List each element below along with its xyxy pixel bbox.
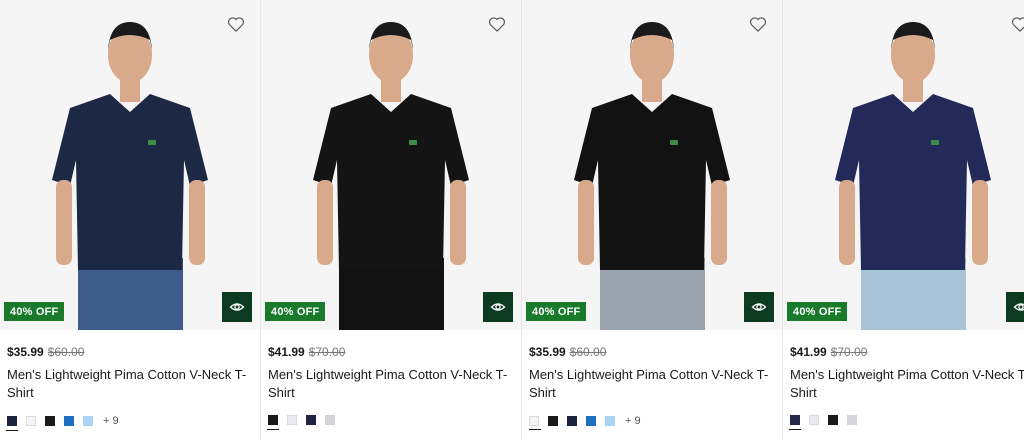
quick-view-button[interactable]	[483, 292, 513, 322]
original-price: $70.00	[830, 345, 868, 359]
product-name-link[interactable]: Men's Lightweight Pima Cotton V-Neck T-S…	[268, 366, 515, 402]
color-swatch[interactable]	[64, 416, 74, 426]
product-info: $35.99 $60.00 Men's Lightweight Pima Cott…	[6, 344, 254, 431]
product-name-link[interactable]: Men's Lightweight Pima Cotton V-Neck T-S…	[7, 366, 254, 402]
original-price: $70.00	[308, 345, 346, 359]
heart-outline-icon[interactable]	[487, 14, 507, 34]
product-info: $41.99 $70.00 Men's Lightweight Pima Cott…	[789, 344, 1024, 430]
heart-outline-icon[interactable]	[748, 14, 768, 34]
color-swatch[interactable]	[847, 415, 857, 425]
discount-badge: 40% OFF	[4, 302, 65, 321]
color-swatch[interactable]	[529, 416, 541, 430]
product-image[interactable]: 40% OFF	[783, 0, 1024, 330]
price-row: $35.99 $60.00	[529, 344, 776, 360]
model-photo	[522, 0, 782, 330]
heart-outline-icon[interactable]	[226, 14, 246, 34]
color-swatch[interactable]	[567, 416, 577, 426]
product-card[interactable]: 40% OFF $41.99 $70.00 Men's Lightweight P…	[261, 0, 522, 440]
product-image[interactable]: 40% OFF	[261, 0, 521, 330]
color-swatch[interactable]	[306, 415, 316, 425]
quick-view-button[interactable]	[1006, 292, 1024, 322]
color-swatch[interactable]	[267, 415, 279, 430]
product-card[interactable]: 40% OFF $41.99 $70.00 Men's Lightweight P…	[783, 0, 1024, 440]
color-swatches: + 9	[529, 415, 776, 430]
discount-badge: 40% OFF	[787, 302, 848, 321]
price-row: $41.99 $70.00	[790, 344, 1024, 360]
model-photo	[783, 0, 1024, 330]
sale-price: $35.99	[7, 345, 44, 359]
price-row: $35.99 $60.00	[7, 344, 254, 360]
product-name-link[interactable]: Men's Lightweight Pima Cotton V-Neck T-S…	[529, 366, 776, 402]
original-price: $60.00	[47, 345, 85, 359]
product-info: $41.99 $70.00 Men's Lightweight Pima Cott…	[267, 344, 515, 430]
color-swatch[interactable]	[789, 415, 801, 430]
sale-price: $41.99	[268, 345, 305, 359]
color-swatches	[267, 415, 515, 430]
color-swatch[interactable]	[83, 416, 93, 426]
original-price: $60.00	[569, 345, 607, 359]
eye-icon	[1013, 303, 1024, 311]
quick-view-button[interactable]	[222, 292, 252, 322]
color-swatch[interactable]	[26, 416, 36, 426]
color-swatches	[789, 415, 1024, 430]
color-swatch[interactable]	[45, 416, 55, 426]
more-colors-count[interactable]: + 9	[103, 415, 119, 427]
product-image[interactable]: 40% OFF	[0, 0, 260, 330]
quick-view-button[interactable]	[744, 292, 774, 322]
color-swatch[interactable]	[548, 416, 558, 426]
product-card[interactable]: 40% OFF $35.99 $60.00 Men's Lightweight P…	[0, 0, 261, 440]
model-photo	[0, 0, 260, 330]
product-image[interactable]: 40% OFF	[522, 0, 782, 330]
color-swatch[interactable]	[605, 416, 615, 426]
color-swatch[interactable]	[6, 416, 18, 431]
model-photo	[261, 0, 521, 330]
color-swatch[interactable]	[586, 416, 596, 426]
eye-icon	[751, 303, 767, 311]
heart-outline-icon[interactable]	[1010, 14, 1024, 34]
color-swatch[interactable]	[325, 415, 335, 425]
color-swatches: + 9	[6, 415, 254, 431]
product-grid: 40% OFF $35.99 $60.00 Men's Lightweight P…	[0, 0, 1024, 440]
more-colors-count[interactable]: + 9	[625, 415, 641, 427]
discount-badge: 40% OFF	[526, 302, 587, 321]
color-swatch[interactable]	[809, 415, 819, 425]
sale-price: $41.99	[790, 345, 827, 359]
product-info: $35.99 $60.00 Men's Lightweight Pima Cott…	[529, 344, 776, 430]
product-card[interactable]: 40% OFF $35.99 $60.00 Men's Lightweight P…	[522, 0, 783, 440]
price-row: $41.99 $70.00	[268, 344, 515, 360]
discount-badge: 40% OFF	[265, 302, 326, 321]
product-name-link[interactable]: Men's Lightweight Pima Cotton V-Neck T-S…	[790, 366, 1024, 402]
eye-icon	[229, 303, 245, 311]
sale-price: $35.99	[529, 345, 566, 359]
color-swatch[interactable]	[828, 415, 838, 425]
color-swatch[interactable]	[287, 415, 297, 425]
eye-icon	[490, 303, 506, 311]
